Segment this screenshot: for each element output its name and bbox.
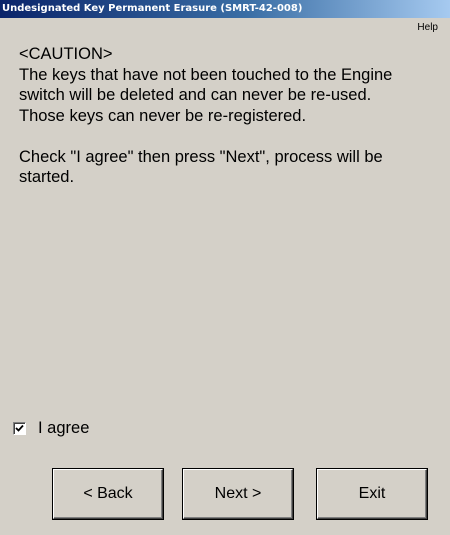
menu-bar: Help (0, 18, 450, 38)
menu-help[interactable]: Help (417, 22, 438, 33)
instruction-line: started. (19, 168, 75, 186)
agree-checkbox[interactable] (13, 421, 26, 435)
title-bar[interactable]: Undesignated Key Permanent Erasure (SMRT… (0, 0, 450, 18)
agree-option[interactable]: I agree (13, 418, 89, 438)
checkmark-icon (15, 424, 24, 432)
instruction-line: Check "I agree" then press "Next", proce… (19, 147, 383, 166)
caution-message: <CAUTION> The keys that have not been to… (19, 44, 439, 188)
back-button[interactable]: < Back (53, 469, 163, 519)
message-line: switch will be deleted and can never be … (19, 86, 372, 104)
caution-heading: <CAUTION> (19, 45, 113, 63)
message-line: The keys that have not been touched to t… (19, 65, 393, 84)
window-title: Undesignated Key Permanent Erasure (SMRT… (2, 3, 303, 14)
message-line: Those keys can never be re-registered. (19, 106, 307, 125)
exit-button[interactable]: Exit (317, 469, 427, 519)
agree-label[interactable]: I agree (38, 419, 89, 438)
next-button[interactable]: Next > (183, 469, 293, 519)
